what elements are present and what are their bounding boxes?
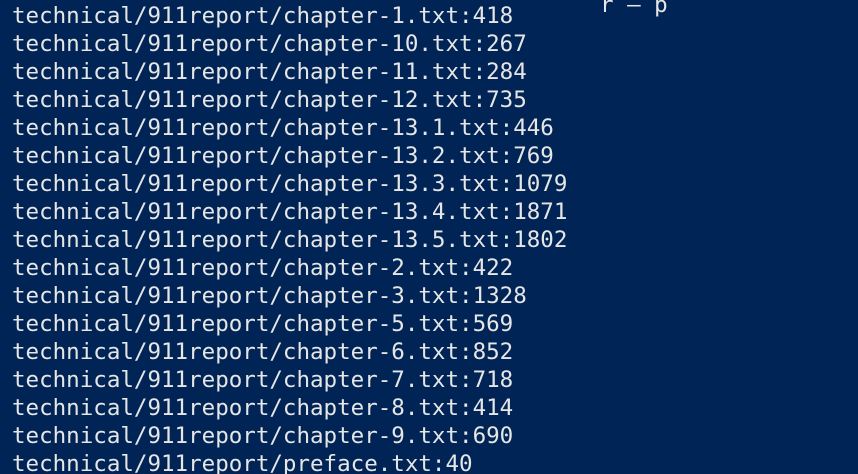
terminal-output-line: technical/911report/chapter-1.txt:418 (12, 3, 514, 29)
terminal-output-line: technical/911report/chapter-13.2.txt:769 (12, 143, 554, 169)
terminal-output-line: technical/911report/chapter-13.3.txt:107… (12, 171, 568, 197)
terminal-window[interactable]: r — p technical/911report/chapter-1.txt:… (0, 0, 858, 474)
terminal-output-line: technical/911report/chapter-13.5.txt:180… (12, 227, 568, 253)
terminal-output-line: technical/911report/chapter-8.txt:414 (12, 395, 514, 421)
terminal-output-line: technical/911report/chapter-10.txt:267 (12, 31, 527, 57)
terminal-partial-line: r — p (600, 0, 668, 18)
terminal-output-line: technical/911report/chapter-11.txt:284 (12, 59, 527, 85)
terminal-output-line: technical/911report/chapter-7.txt:718 (12, 367, 514, 393)
terminal-output-line: technical/911report/chapter-13.1.txt:446 (12, 115, 554, 141)
terminal-output-line: technical/911report/chapter-9.txt:690 (12, 423, 514, 449)
terminal-output-line: technical/911report/chapter-12.txt:735 (12, 87, 527, 113)
terminal-output-line: technical/911report/chapter-6.txt:852 (12, 339, 514, 365)
terminal-output-line: technical/911report/chapter-2.txt:422 (12, 255, 514, 281)
terminal-output-line: technical/911report/chapter-13.4.txt:187… (12, 199, 568, 225)
terminal-output-line: technical/911report/chapter-3.txt:1328 (12, 283, 527, 309)
terminal-output-line: technical/911report/chapter-5.txt:569 (12, 311, 514, 337)
terminal-output-line: technical/911report/preface.txt:40 (12, 451, 473, 474)
